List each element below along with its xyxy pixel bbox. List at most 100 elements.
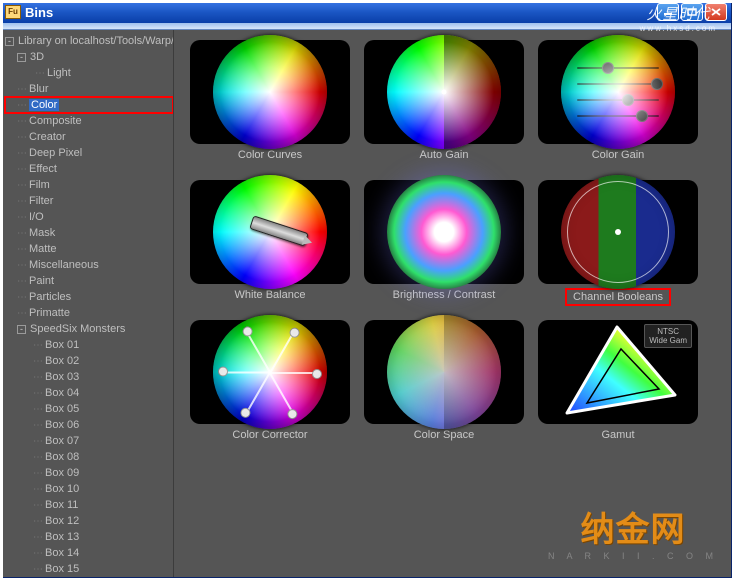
tree-label: Box 01	[45, 339, 79, 351]
tool-auto-gain[interactable]: Auto Gain	[360, 40, 528, 180]
expander-icon[interactable]: -	[5, 37, 14, 46]
tree-item-3d[interactable]: -3D	[5, 49, 173, 65]
tool-gamut[interactable]: NTSCWide GamGamut	[534, 320, 702, 460]
window-title: Bins	[25, 5, 53, 20]
tree-item-i-o[interactable]: ⋯I/O	[5, 209, 173, 225]
tree-label: Matte	[29, 243, 57, 255]
tree-item-filter[interactable]: ⋯Filter	[5, 193, 173, 209]
tool-thumbnail[interactable]	[190, 180, 350, 284]
tree-item-box-10[interactable]: ⋯Box 10	[5, 481, 173, 497]
tree-item-mask[interactable]: ⋯Mask	[5, 225, 173, 241]
color-wheel-icon	[213, 35, 327, 149]
previews-panel[interactable]: Color CurvesAuto GainColor Gain White Bal…	[173, 30, 731, 577]
tree-item-composite[interactable]: ⋯Composite	[5, 113, 173, 129]
tree-item-box-14[interactable]: ⋯Box 14	[5, 545, 173, 561]
tree-branch-icon: ⋯	[17, 84, 26, 95]
tree-item-creator[interactable]: ⋯Creator	[5, 129, 173, 145]
tool-thumbnail[interactable]	[190, 320, 350, 424]
maximize-button[interactable]	[681, 3, 703, 21]
tree-branch-icon: ⋯	[35, 68, 44, 79]
center-dot-icon	[442, 90, 447, 95]
tool-color-corrector[interactable]: Color Corrector	[186, 320, 354, 460]
tree-branch-icon: ⋯	[17, 164, 26, 175]
tree-branch-icon: ⋯	[33, 564, 42, 575]
tree-item-primatte[interactable]: ⋯Primatte	[5, 305, 173, 321]
center-dot-icon	[615, 229, 621, 235]
tool-color-space[interactable]: Color Space	[360, 320, 528, 460]
tree-label: Light	[47, 67, 71, 79]
tree-item-box-13[interactable]: ⋯Box 13	[5, 529, 173, 545]
tree-label: Particles	[29, 291, 71, 303]
tool-channel-booleans[interactable]: Channel Booleans	[534, 180, 702, 320]
tree-root[interactable]: - Library on localhost/Tools/Warp/T	[5, 33, 173, 49]
tree-label: Miscellaneous	[29, 259, 99, 271]
close-button[interactable]	[705, 3, 727, 21]
tree-item-box-12[interactable]: ⋯Box 12	[5, 513, 173, 529]
tree-item-box-08[interactable]: ⋯Box 08	[5, 449, 173, 465]
tree-label: Color	[29, 99, 59, 111]
tree-label: Box 09	[45, 467, 79, 479]
tree-branch-icon: ⋯	[17, 260, 26, 271]
tool-white-balance[interactable]: White Balance	[186, 180, 354, 320]
tool-color-gain[interactable]: Color Gain	[534, 40, 702, 180]
expander-icon[interactable]: -	[17, 325, 26, 334]
tree-panel[interactable]: - Library on localhost/Tools/Warp/T -3D⋯…	[1, 30, 173, 577]
sliders-icon	[561, 35, 675, 149]
tool-thumbnail[interactable]	[364, 180, 524, 284]
tree-item-particles[interactable]: ⋯Particles	[5, 289, 173, 305]
tree-item-box-15[interactable]: ⋯Box 15	[5, 561, 173, 577]
tree-item-matte[interactable]: ⋯Matte	[5, 241, 173, 257]
tree-label: I/O	[29, 211, 44, 223]
tool-caption: White Balance	[232, 288, 309, 302]
minimize-button[interactable]	[657, 3, 679, 21]
tree-item-box-04[interactable]: ⋯Box 04	[5, 385, 173, 401]
tree-label: Mask	[29, 227, 55, 239]
tree-item-deep-pixel[interactable]: ⋯Deep Pixel	[5, 145, 173, 161]
tree-branch-icon: ⋯	[33, 404, 42, 415]
tree-branch-icon: ⋯	[17, 292, 26, 303]
tree-branch-icon: ⋯	[33, 420, 42, 431]
tool-brightness-contrast[interactable]: Brightness / Contrast	[360, 180, 528, 320]
tree-label: Composite	[29, 115, 82, 127]
tool-thumbnail[interactable]	[364, 320, 524, 424]
titlebar[interactable]: Fu Bins	[1, 1, 731, 23]
tree-label: Box 07	[45, 435, 79, 447]
tree-label: Primatte	[29, 307, 70, 319]
tree-label: Blur	[29, 83, 49, 95]
tree-item-box-03[interactable]: ⋯Box 03	[5, 369, 173, 385]
color-wheel-icon	[387, 35, 501, 149]
tree-item-effect[interactable]: ⋯Effect	[5, 161, 173, 177]
tree-label: Effect	[29, 163, 57, 175]
tree-item-box-09[interactable]: ⋯Box 09	[5, 465, 173, 481]
tree-branch-icon: ⋯	[17, 100, 26, 111]
tool-thumbnail[interactable]	[364, 40, 524, 144]
expander-icon[interactable]: -	[17, 53, 26, 62]
tree-item-box-05[interactable]: ⋯Box 05	[5, 401, 173, 417]
tree-item-miscellaneous[interactable]: ⋯Miscellaneous	[5, 257, 173, 273]
tree-item-film[interactable]: ⋯Film	[5, 177, 173, 193]
corrector-handles-icon	[213, 315, 327, 429]
tool-thumbnail[interactable]	[538, 180, 698, 284]
tree-item-box-11[interactable]: ⋯Box 11	[5, 497, 173, 513]
tool-thumbnail[interactable]: NTSCWide Gam	[538, 320, 698, 424]
tree-item-box-06[interactable]: ⋯Box 06	[5, 417, 173, 433]
tree-item-light[interactable]: ⋯Light	[5, 65, 173, 81]
tool-thumbnail[interactable]	[190, 40, 350, 144]
window: Fu Bins 火星时代 www.hxsd.com - Library on l…	[0, 0, 732, 578]
tree-item-color[interactable]: ⋯Color	[5, 97, 173, 113]
tree-branch-icon: ⋯	[17, 116, 26, 127]
tree-label: Box 11	[45, 499, 78, 511]
channel-booleans-icon	[561, 175, 675, 289]
tree-item-box-02[interactable]: ⋯Box 02	[5, 353, 173, 369]
tool-color-curves[interactable]: Color Curves	[186, 40, 354, 180]
tool-thumbnail[interactable]	[538, 40, 698, 144]
tree-root-label: Library on localhost/Tools/Warp/T	[18, 35, 173, 47]
tree-branch-icon: ⋯	[33, 532, 42, 543]
tree-group-monsters[interactable]: - SpeedSix Monsters	[5, 321, 173, 337]
tree-label: Box 02	[45, 355, 79, 367]
tree-item-box-07[interactable]: ⋯Box 07	[5, 433, 173, 449]
tree-item-paint[interactable]: ⋯Paint	[5, 273, 173, 289]
tree-item-box-01[interactable]: ⋯Box 01	[5, 337, 173, 353]
body: - Library on localhost/Tools/Warp/T -3D⋯…	[1, 30, 731, 577]
tree-item-blur[interactable]: ⋯Blur	[5, 81, 173, 97]
